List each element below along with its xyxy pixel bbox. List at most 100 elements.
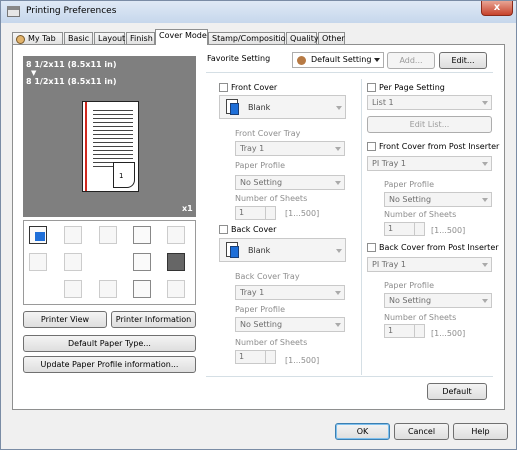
chevron-down-icon [336, 249, 342, 253]
cover-mode-icon[interactable] [29, 226, 47, 244]
back-post-profile-value: No Setting [389, 296, 432, 305]
edit-button[interactable]: Edit... [439, 52, 487, 69]
back-cover-checkbox[interactable] [219, 225, 228, 234]
back-post-sheets-label: Number of Sheets [384, 313, 457, 322]
page-number: 1 [119, 172, 124, 180]
booklet-icon[interactable] [99, 226, 117, 244]
front-post-inserter-tray-select[interactable]: PI Tray 1 [367, 156, 492, 171]
back-post-inserter-checkbox[interactable] [367, 243, 376, 252]
tab-cover-mode[interactable]: Cover Mode [155, 29, 208, 45]
tab-label: Other [322, 34, 345, 43]
spin-down-icon[interactable] [414, 229, 424, 235]
back-post-inserter-tray-select[interactable]: PI Tray 1 [367, 257, 492, 272]
insert-sheet-icon[interactable] [167, 253, 185, 271]
divider [206, 376, 493, 377]
secure-print-icon[interactable] [167, 280, 185, 298]
per-page-list-select[interactable]: List 1 [367, 95, 492, 110]
tab-label: Cover Mode [159, 31, 207, 40]
blue-page-icon [230, 246, 239, 258]
overlay-icon[interactable] [133, 280, 151, 298]
blue-page-icon [230, 103, 239, 115]
back-cover-sheets-range: [1...500] [285, 356, 320, 365]
user-authentication-icon[interactable] [64, 280, 82, 298]
back-cover-profile-select[interactable]: No Setting [235, 317, 345, 332]
per-page-setting-label: Per Page Setting [379, 83, 445, 92]
blue-sheet-icon [35, 232, 45, 241]
chevron-down-icon [335, 181, 341, 185]
title-bar[interactable]: Printing Preferences x [1, 1, 516, 23]
copies-label: x1 [182, 204, 193, 213]
front-cover-sheets-spinner[interactable]: 1 [235, 206, 276, 220]
page-thumbnail: 1 [82, 101, 139, 192]
divider [206, 72, 493, 73]
chevron-down-icon [335, 323, 341, 327]
chevron-down-icon [335, 291, 341, 295]
close-button[interactable]: x [481, 1, 513, 16]
page-fold [113, 162, 135, 188]
per-page-setting-checkbox[interactable] [367, 83, 376, 92]
spin-down-icon[interactable] [265, 213, 275, 219]
fold-icon[interactable] [64, 253, 82, 271]
tab-label: Stamp/Composition [212, 34, 291, 43]
back-cover-tray-label: Back Cover Tray [235, 272, 300, 281]
default-button[interactable]: Default [427, 383, 487, 400]
front-cover-sheets-value: 1 [239, 208, 245, 217]
punch-icon[interactable] [167, 226, 185, 244]
tab-label: My Tab [28, 34, 56, 43]
column-divider [361, 79, 362, 375]
tab-label: Basic [68, 34, 90, 43]
printing-preferences-window: Printing Preferences x My Tab Basic Layo… [0, 0, 517, 450]
default-paper-type-button[interactable]: Default Paper Type... [23, 335, 196, 352]
back-post-sheets-spinner[interactable]: 1 [384, 324, 425, 338]
front-post-sheets-value: 1 [388, 224, 394, 233]
back-cover-label: Back Cover [231, 225, 277, 234]
printer-view-button[interactable]: Printer View [23, 311, 107, 328]
account-track-icon[interactable] [99, 280, 117, 298]
people-icon [297, 56, 306, 65]
front-cover-type-select[interactable]: Blank [219, 95, 346, 119]
back-cover-sheets-spinner[interactable]: 1 [235, 350, 276, 364]
front-cover-tray-value: Tray 1 [240, 144, 265, 153]
edit-list-button[interactable]: Edit List... [367, 116, 492, 133]
watermark-icon[interactable] [133, 253, 151, 271]
front-cover-sheets-range: [1...500] [285, 209, 320, 218]
front-cover-profile-select[interactable]: No Setting [235, 175, 345, 190]
spin-down-icon[interactable] [265, 357, 275, 363]
back-cover-profile-label: Paper Profile [235, 305, 286, 314]
back-cover-profile-value: No Setting [240, 320, 283, 329]
copy-sheets-icon[interactable] [133, 226, 151, 244]
per-page-list-value: List 1 [372, 98, 394, 107]
ok-button[interactable]: OK [335, 423, 390, 440]
front-post-sheets-range: [1...500] [431, 226, 466, 235]
back-post-inserter-label: Back Cover from Post Inserter [379, 243, 499, 252]
add-button[interactable]: Add... [387, 52, 435, 69]
back-post-inserter-tray-value: PI Tray 1 [372, 260, 406, 269]
printer-information-button[interactable]: Printer Information [111, 311, 196, 328]
front-cover-profile-value: No Setting [240, 178, 283, 187]
front-post-inserter-checkbox[interactable] [367, 142, 376, 151]
chevron-down-icon [482, 162, 488, 166]
back-cover-tray-select[interactable]: Tray 1 [235, 285, 345, 300]
back-post-profile-select[interactable]: No Setting [384, 293, 492, 308]
printer-icon [7, 6, 20, 17]
favorite-setting-select[interactable]: Default Setting [292, 52, 384, 68]
front-cover-tray-select[interactable]: Tray 1 [235, 141, 345, 156]
duplex-icon[interactable] [29, 253, 47, 271]
paper-size-label: 8 1/2x11 (8.5x11 in) [26, 60, 117, 69]
page-red-line [85, 102, 87, 191]
front-post-profile-select[interactable]: No Setting [384, 192, 492, 207]
back-post-sheets-range: [1...500] [431, 329, 466, 338]
spin-down-icon[interactable] [414, 331, 424, 337]
back-cover-type-value: Blank [248, 246, 271, 255]
back-cover-sheets-value: 1 [239, 352, 245, 361]
back-cover-type-select[interactable]: Blank [219, 238, 346, 262]
cancel-button[interactable]: Cancel [394, 423, 449, 440]
favorite-setting-value: Default Setting [311, 55, 372, 64]
help-button[interactable]: Help [453, 423, 508, 440]
front-post-sheets-spinner[interactable]: 1 [384, 222, 425, 236]
front-cover-type-value: Blank [248, 103, 271, 112]
stapling-icon[interactable] [64, 226, 82, 244]
chevron-down-icon [336, 106, 342, 110]
front-cover-checkbox[interactable] [219, 83, 228, 92]
update-paper-profile-button[interactable]: Update Paper Profile information... [23, 356, 196, 373]
